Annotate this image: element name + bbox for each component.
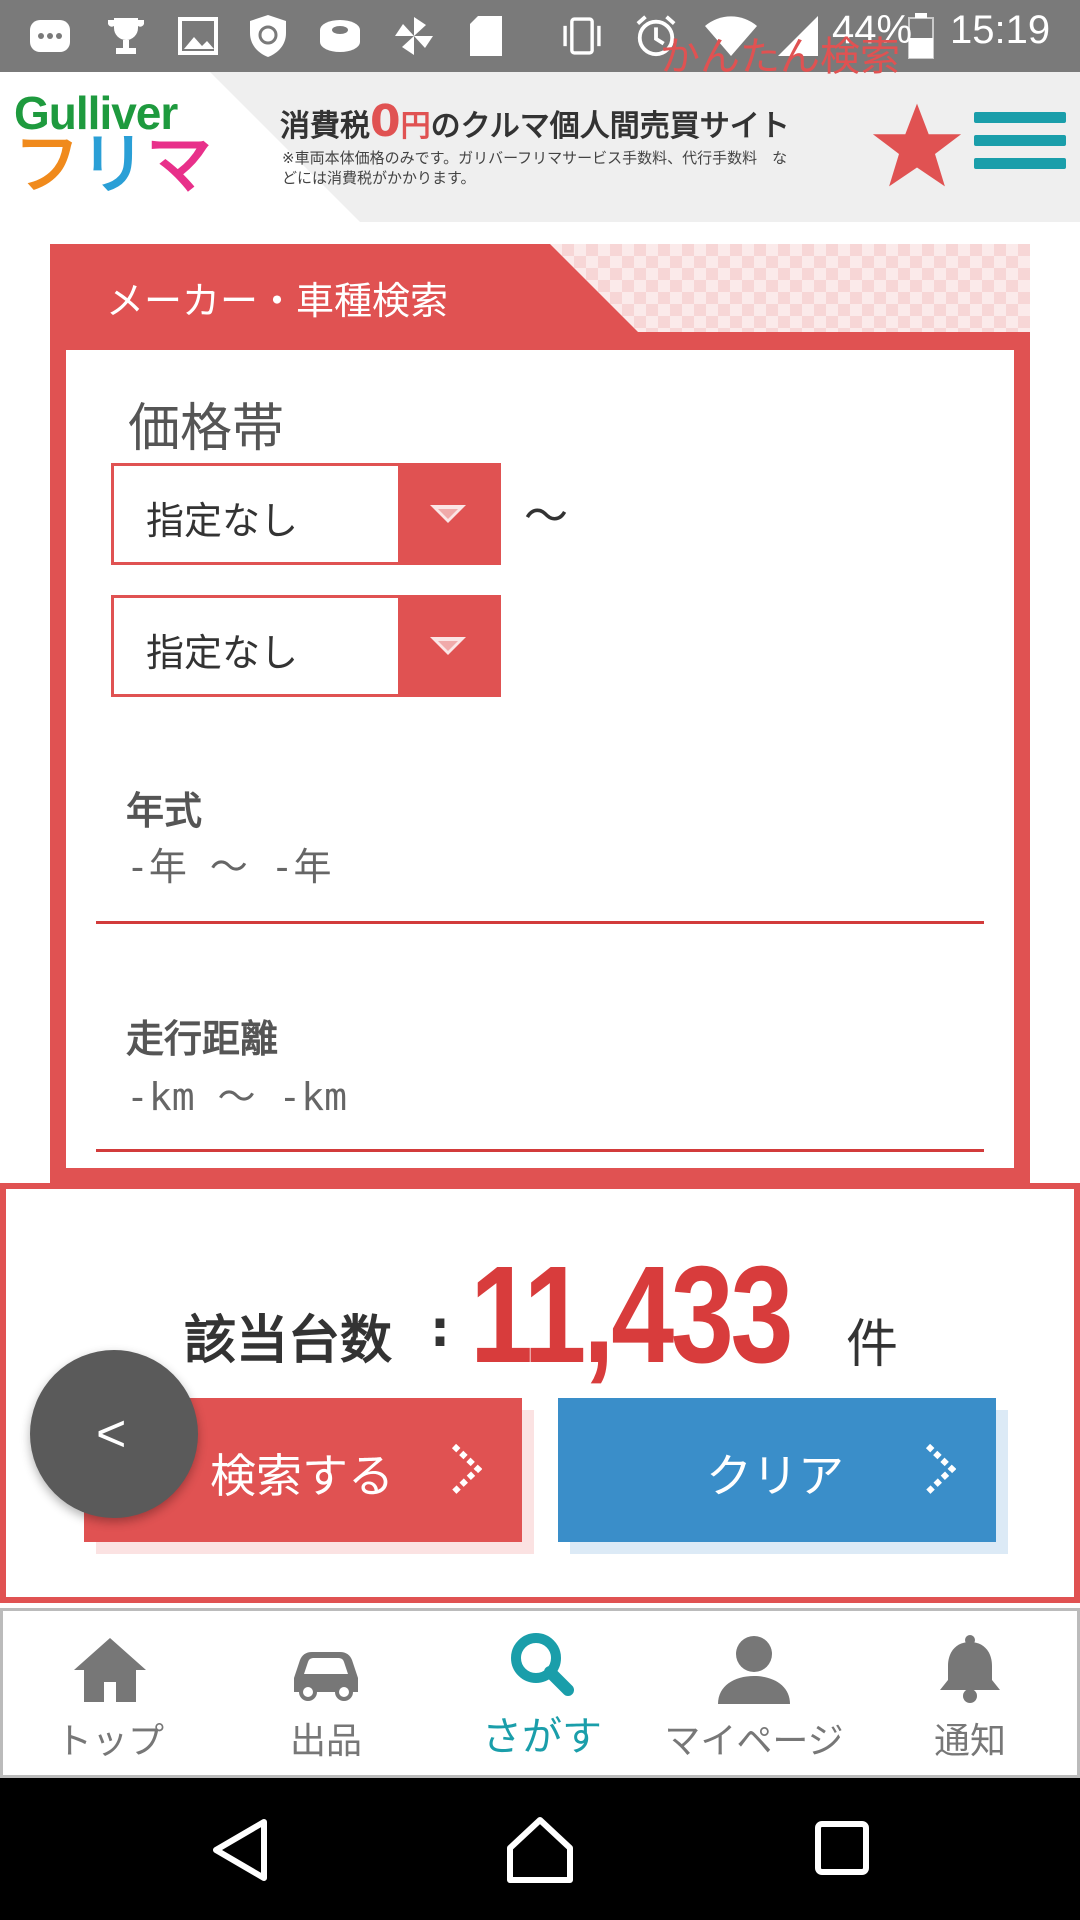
price-max-value: 指定なし (146, 631, 299, 675)
result-count: 11,433 (470, 1238, 793, 1392)
star-icon[interactable] (872, 100, 962, 190)
hamburger-menu-icon[interactable] (974, 112, 1066, 180)
car-icon (286, 1634, 366, 1706)
shield-icon (246, 14, 290, 58)
mileage-label: 走行距離 (126, 1017, 279, 1061)
mileage-value: -km 〜 -km (126, 1075, 348, 1119)
result-count-colon: : (430, 1300, 450, 1358)
system-nav-bar (0, 1778, 1080, 1920)
search-button-label: 検索する (210, 1449, 394, 1503)
price-min-select[interactable]: 指定なし (111, 463, 501, 565)
arrow-right-icon (925, 1443, 957, 1495)
nav-label-notifications: 通知 (933, 1721, 1006, 1762)
back-button-label: < (96, 1405, 127, 1463)
messages-icon (28, 14, 72, 58)
search-icon (502, 1628, 582, 1700)
tab-simple-search-label: かんたん検索 (660, 34, 900, 80)
result-count-unit: 件 (846, 1315, 899, 1375)
nav-label-search: さがす (482, 1714, 602, 1760)
nav-item-sell[interactable]: 出品 (218, 1608, 434, 1778)
arrow-right-icon (451, 1443, 483, 1495)
price-range-label: 価格帯 (128, 399, 285, 459)
home-icon (70, 1634, 150, 1706)
tax-note: ※車両本体価格のみです。ガリバーフリマサービス手数料、代行手数料 などには消費税… (282, 149, 788, 187)
nav-item-notifications[interactable]: 通知 (862, 1608, 1078, 1778)
nav-label-mypage: マイページ (664, 1721, 844, 1762)
disc-icon (318, 14, 362, 58)
year-value: -年 〜 -年 (126, 845, 332, 889)
bell-icon (930, 1634, 1010, 1706)
app-header: Gulliver フリマ 消費税0円のクルマ個人間売買サイト ※車両本体価格のみ… (0, 72, 1080, 222)
recents-icon[interactable] (814, 1820, 870, 1880)
vibrate-icon (560, 14, 604, 58)
tab-maker-model-label: メーカー・車種検索 (106, 279, 449, 323)
result-count-label: 該当台数 (184, 1311, 393, 1371)
nav-label-top: トップ (55, 1721, 164, 1762)
image-icon (176, 14, 220, 58)
divider (96, 921, 984, 924)
logo-furima: フリマ (14, 126, 212, 203)
back-icon[interactable] (210, 1818, 270, 1886)
chevron-down-icon (398, 598, 498, 694)
price-max-select[interactable]: 指定なし (111, 595, 501, 697)
year-label: 年式 (126, 789, 203, 833)
clear-button-label: クリア (706, 1449, 844, 1503)
pinwheel-icon (392, 14, 436, 58)
clock: 15:19 (950, 8, 1051, 52)
tagline: 消費税0円のクルマ個人間売買サイト (280, 96, 790, 147)
home-circle-icon[interactable] (506, 1816, 574, 1888)
price-min-value: 指定なし (146, 499, 299, 543)
range-tilde: 〜 (524, 491, 568, 542)
user-icon (714, 1634, 794, 1706)
nav-item-search[interactable]: さがす (434, 1608, 650, 1778)
sd-card-icon (464, 14, 508, 58)
status-bar: 44% 15:19 (0, 0, 1080, 72)
nav-item-top[interactable]: トップ (2, 1608, 218, 1778)
divider (96, 1149, 984, 1152)
nav-item-mypage[interactable]: マイページ (646, 1608, 862, 1778)
chevron-down-icon (398, 466, 498, 562)
trophy-icon (104, 14, 148, 58)
nav-label-sell: 出品 (289, 1721, 362, 1762)
battery-icon (904, 13, 938, 59)
